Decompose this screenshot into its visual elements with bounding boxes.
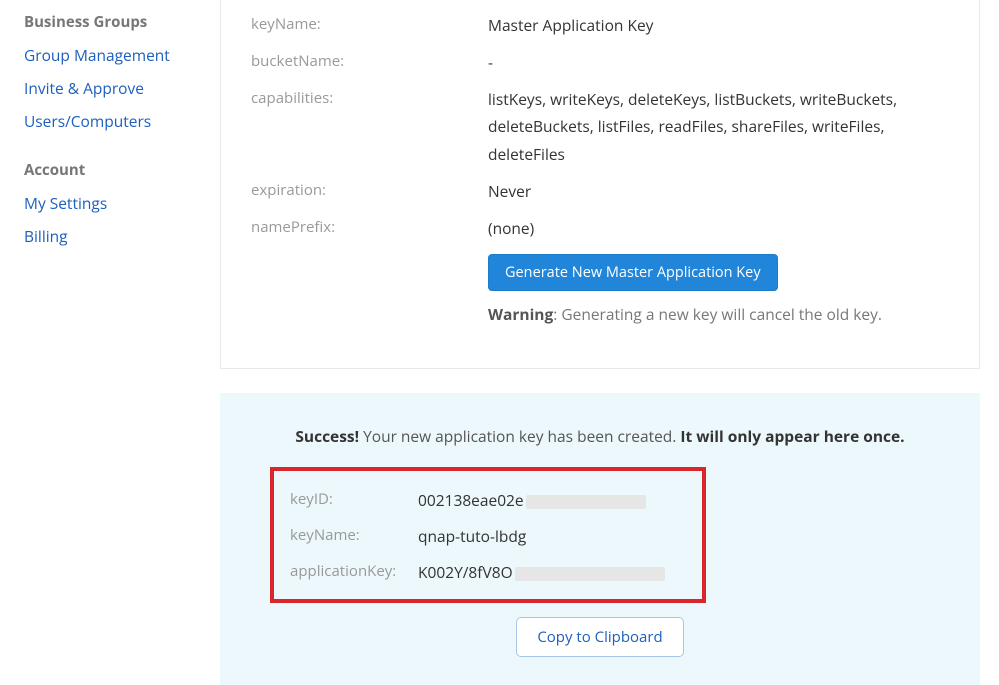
- label-keyid: keyID:: [290, 489, 418, 511]
- generate-warning: Warning: Generating a new key will cance…: [488, 301, 949, 328]
- sidebar-link-users-computers[interactable]: Users/Computers: [24, 110, 196, 132]
- success-lead: Success!: [295, 425, 359, 447]
- row-nameprefix: namePrefix: (none): [251, 215, 949, 242]
- copy-to-clipboard-button[interactable]: Copy to Clipboard: [516, 617, 683, 657]
- row-new-keyname: keyName: qnap-tuto-lbdg: [290, 525, 686, 547]
- sidebar-heading: Account: [24, 160, 196, 180]
- label-keyname: keyName:: [251, 12, 488, 34]
- label-applicationkey: applicationKey:: [290, 561, 418, 583]
- sidebar-section-business-groups: Business Groups Group Management Invite …: [24, 12, 196, 132]
- label-bucketname: bucketName:: [251, 49, 488, 71]
- value-capabilities: listKeys, writeKeys, deleteKeys, listBuc…: [488, 86, 949, 167]
- label-capabilities: capabilities:: [251, 86, 488, 108]
- row-bucketname: bucketName: -: [251, 49, 949, 76]
- value-expiration: Never: [488, 178, 949, 205]
- success-emphasis: It will only appear here once.: [680, 425, 904, 447]
- sidebar-link-invite-approve[interactable]: Invite & Approve: [24, 77, 196, 99]
- key-highlight-box: keyID: 002138eae02e keyName: qnap-tuto-l…: [270, 467, 706, 603]
- main-content: keyName: Master Application Key bucketNa…: [220, 0, 999, 685]
- label-expiration: expiration:: [251, 178, 488, 200]
- key-details-card: keyName: Master Application Key bucketNa…: [220, 0, 980, 369]
- warning-text: : Generating a new key will cancel the o…: [553, 303, 882, 325]
- value-keyid: 002138eae02e: [418, 489, 686, 511]
- success-message: Success! Your new application key has be…: [270, 425, 930, 447]
- warning-label: Warning: [488, 303, 553, 325]
- value-bucketname: -: [488, 49, 949, 76]
- redacted-segment: [526, 495, 646, 509]
- success-body: Your new application key has been create…: [359, 425, 680, 447]
- success-panel: Success! Your new application key has be…: [220, 393, 980, 685]
- row-capabilities: capabilities: listKeys, writeKeys, delet…: [251, 86, 949, 167]
- label-nameprefix: namePrefix:: [251, 215, 488, 237]
- row-keyname: keyName: Master Application Key: [251, 12, 949, 39]
- sidebar-link-my-settings[interactable]: My Settings: [24, 192, 196, 214]
- row-generate: Generate New Master Application Key Warn…: [251, 254, 949, 328]
- value-nameprefix: (none): [488, 215, 949, 242]
- sidebar: Business Groups Group Management Invite …: [0, 0, 220, 685]
- sidebar-section-account: Account My Settings Billing: [24, 160, 196, 247]
- row-keyid: keyID: 002138eae02e: [290, 489, 686, 511]
- generate-master-key-button[interactable]: Generate New Master Application Key: [488, 254, 778, 291]
- value-keyname: Master Application Key: [488, 12, 949, 39]
- sidebar-link-billing[interactable]: Billing: [24, 225, 196, 247]
- sidebar-heading: Business Groups: [24, 12, 196, 32]
- sidebar-link-group-management[interactable]: Group Management: [24, 44, 196, 66]
- value-new-keyname: qnap-tuto-lbdg: [418, 525, 686, 547]
- label-new-keyname: keyName:: [290, 525, 418, 547]
- row-applicationkey: applicationKey: K002Y/8fV8O: [290, 561, 686, 583]
- row-expiration: expiration: Never: [251, 178, 949, 205]
- value-applicationkey: K002Y/8fV8O: [418, 561, 686, 583]
